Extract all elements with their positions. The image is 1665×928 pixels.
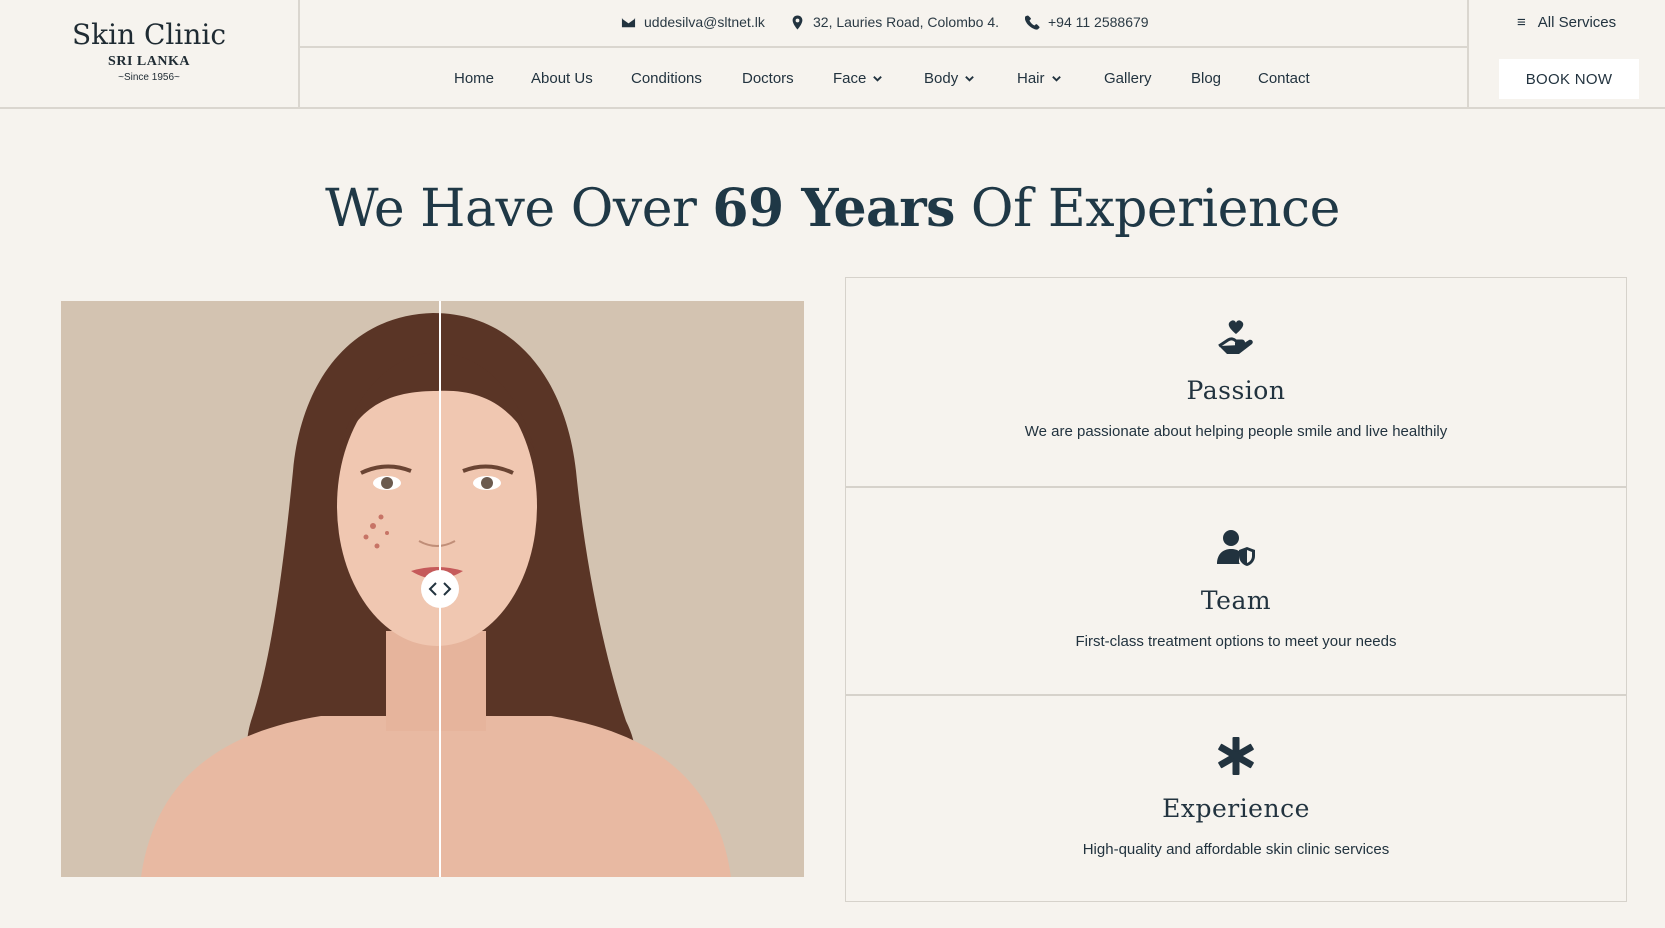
all-services-label: All Services (1537, 14, 1617, 31)
contact-address[interactable]: 32, Lauries Road, Colombo 4. (790, 14, 999, 30)
chevron-down-icon (965, 76, 975, 82)
feature-description: High-quality and affordable skin clinic … (1082, 841, 1390, 858)
chevron-down-icon (1051, 76, 1061, 82)
logo-title: Skin Clinic (71, 18, 227, 51)
nav-hair[interactable]: Hair (1017, 70, 1062, 87)
contact-email[interactable]: uddesilva@sltnet.lk (621, 14, 765, 30)
nav-blog[interactable]: Blog (1191, 70, 1221, 87)
title-suffix: Of Experience (954, 179, 1340, 239)
header-actions: ≡ All Services BOOK NOW (1467, 0, 1665, 109)
before-after-slider[interactable] (61, 301, 804, 877)
nav-gallery[interactable]: Gallery (1104, 70, 1152, 87)
slider-handle[interactable] (421, 570, 459, 608)
contact-phone[interactable]: +94 11 2588679 (1025, 14, 1149, 30)
user-shield-icon (1217, 530, 1255, 566)
nav-body[interactable]: Body (924, 70, 975, 87)
contact-bar: uddesilva@sltnet.lk 32, Lauries Road, Co… (300, 0, 1468, 48)
contact-address-text: 32, Lauries Road, Colombo 4. (813, 14, 999, 30)
feature-title: Experience (1162, 794, 1310, 823)
hand-heart-icon (1218, 320, 1253, 354)
feature-title: Team (1200, 586, 1272, 615)
chevron-down-icon (873, 76, 883, 82)
book-now-button[interactable]: BOOK NOW (1499, 59, 1639, 99)
nav-conditions[interactable]: Conditions (631, 70, 702, 87)
nav-contact[interactable]: Contact (1258, 70, 1310, 87)
nav-hair-label: Hair (1017, 70, 1045, 87)
features-panel: Passion We are passionate about helping … (845, 277, 1627, 902)
title-prefix: We Have Over (325, 179, 713, 239)
logo-since: ~Since 1956~ (118, 72, 180, 83)
feature-card-passion: Passion We are passionate about helping … (846, 278, 1626, 486)
feature-description: First-class treatment options to meet yo… (1075, 633, 1397, 650)
logo-subtitle: SRI LANKA (108, 54, 190, 69)
feature-title: Passion (1186, 376, 1286, 405)
title-highlight: 69 Years (712, 178, 955, 239)
nav-about[interactable]: About Us (531, 70, 593, 87)
phone-icon (1025, 14, 1040, 30)
nav-home[interactable]: Home (454, 70, 494, 87)
nav-body-label: Body (924, 70, 959, 87)
nav-doctors[interactable]: Doctors (742, 70, 794, 87)
chevron-left-right-icon (428, 582, 452, 596)
contact-phone-text: +94 11 2588679 (1048, 14, 1149, 30)
hamburger-icon: ≡ (1517, 14, 1526, 31)
feature-card-team: Team First-class treatment options to me… (846, 486, 1626, 696)
all-services-menu[interactable]: ≡ All Services (1517, 14, 1616, 31)
main-nav: Home About Us Conditions Doctors Face Bo… (300, 48, 1468, 109)
logo[interactable]: Skin Clinic SRI LANKA ~Since 1956~ (0, 0, 300, 109)
nav-face[interactable]: Face (833, 70, 883, 87)
feature-description: We are passionate about helping people s… (1024, 423, 1448, 440)
page-title: We Have Over 69 Years Of Experience (0, 178, 1665, 239)
feature-card-experience: Experience High-quality and affordable s… (846, 694, 1626, 904)
nav-face-label: Face (833, 70, 867, 87)
contact-email-text: uddesilva@sltnet.lk (644, 14, 765, 30)
asterisk-icon (1218, 737, 1254, 775)
site-header: Skin Clinic SRI LANKA ~Since 1956~ uddes… (0, 0, 1665, 109)
envelope-icon (621, 17, 636, 27)
map-pin-icon (792, 14, 803, 30)
